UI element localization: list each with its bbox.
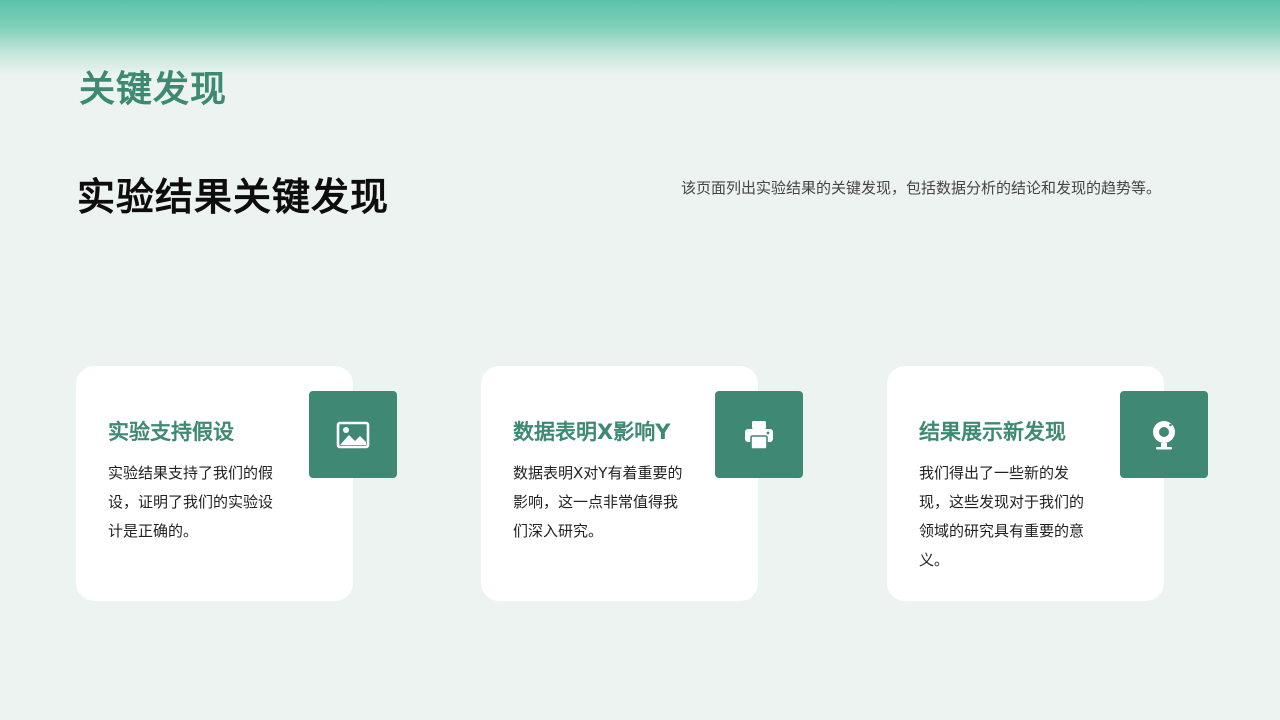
card-text: 我们得出了一些新的发现，这些发现对于我们的领域的研究具有重要的意义。 (919, 464, 1085, 569)
card-text: 数据表明X对Y有着重要的影响，这一点非常值得我们深入研究。 (513, 464, 683, 540)
card-icon-box-1 (309, 391, 397, 478)
main-heading: 实验结果关键发现 (77, 175, 390, 219)
card-title: 数据表明X影响Y (513, 420, 671, 444)
slide-title: 关键发现 (79, 69, 228, 110)
card-icon-box-2 (715, 391, 803, 478)
card-title: 结果展示新发现 (919, 420, 1066, 444)
card-text: 实验结果支持了我们的假设，证明了我们的实验设计是正确的。 (108, 464, 274, 540)
image-icon (336, 421, 370, 448)
printer-icon (745, 420, 773, 450)
card-icon-box-3 (1120, 391, 1208, 478)
card-title: 实验支持假设 (108, 420, 234, 444)
webcam-icon (1153, 420, 1175, 449)
slide-subtitle: 该页面列出实验结果的关键发现，包括数据分析的结论和发现的趋势等。 (681, 179, 1162, 197)
